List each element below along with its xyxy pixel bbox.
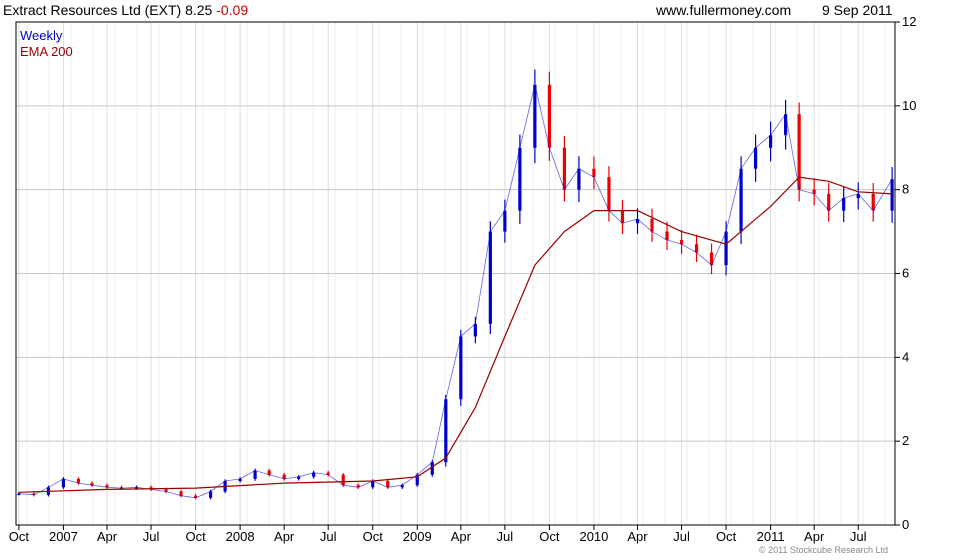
- price-bar: [784, 114, 788, 136]
- y-tick-label: 2: [902, 433, 909, 448]
- price-bar: [430, 462, 434, 475]
- price-bar: [739, 168, 743, 232]
- x-tick-label: Jul: [320, 529, 337, 544]
- x-tick-label: Apr: [97, 529, 118, 544]
- price-bar: [890, 179, 894, 211]
- price-bar: [827, 193, 831, 211]
- price-bar: [518, 147, 522, 211]
- x-tick-label: Oct: [185, 529, 206, 544]
- price-bar: [665, 231, 669, 240]
- price-bar: [607, 177, 611, 211]
- x-tick-label: Oct: [539, 529, 560, 544]
- y-tick-label: 10: [902, 98, 916, 113]
- y-tick-label: 0: [902, 517, 909, 532]
- price-bar: [562, 147, 567, 190]
- price-bar: [592, 168, 596, 178]
- x-tick-label: 2007: [49, 529, 78, 544]
- x-tick-label: Apr: [627, 529, 648, 544]
- x-tick-label: Jul: [850, 529, 867, 544]
- x-tick-label: Oct: [363, 529, 384, 544]
- price-bar: [253, 470, 257, 479]
- price-bar: [473, 323, 477, 337]
- price-bar: [459, 336, 463, 400]
- x-tick-label: Oct: [716, 529, 737, 544]
- copyright-notice: © 2011 Stockcube Research Ltd: [759, 545, 889, 555]
- price-bar: [341, 474, 345, 486]
- x-tick-label: 2008: [226, 529, 255, 544]
- x-tick-label: 2010: [579, 529, 608, 544]
- price-bar: [503, 210, 507, 232]
- x-tick-label: Apr: [451, 529, 472, 544]
- price-bar: [620, 210, 625, 224]
- legend-weekly: Weekly: [20, 28, 63, 43]
- price-bar: [650, 219, 654, 232]
- y-tick-label: 8: [902, 182, 909, 197]
- price-bar: [547, 84, 552, 148]
- x-tick-label: Apr: [804, 529, 825, 544]
- y-tick-label: 4: [902, 349, 909, 364]
- price-bar: [694, 244, 699, 253]
- legend-ema: EMA 200: [20, 44, 73, 59]
- x-tick-label: 2009: [403, 529, 432, 544]
- x-tick-label: 2011: [757, 529, 785, 544]
- y-tick-label: 6: [902, 266, 909, 281]
- price-bar: [769, 135, 773, 148]
- x-tick-label: Jul: [497, 529, 514, 544]
- legend: Weekly EMA 200: [20, 28, 73, 60]
- x-tick-label: Jul: [673, 529, 690, 544]
- price-bar: [533, 84, 537, 148]
- x-tick-label: Oct: [9, 529, 30, 544]
- price-bar: [371, 480, 375, 488]
- price-bar: [753, 147, 758, 169]
- price-bar: [61, 478, 66, 488]
- price-bar: [724, 231, 728, 266]
- price-bar: [577, 168, 581, 190]
- price-bar: [444, 399, 448, 463]
- x-tick-label: Apr: [274, 529, 295, 544]
- ema-line: [18, 176, 893, 493]
- price-bar: [842, 198, 846, 211]
- price-line: [18, 84, 893, 499]
- price-bar: [386, 480, 390, 488]
- x-tick-label: Jul: [143, 529, 160, 544]
- price-bar: [488, 231, 492, 324]
- y-tick-label: 12: [902, 14, 916, 29]
- price-chart: Oct 2007 Apr Jul Oct 2008 Apr Jul Oct 2009 Apr Jul O…: [9, 14, 917, 544]
